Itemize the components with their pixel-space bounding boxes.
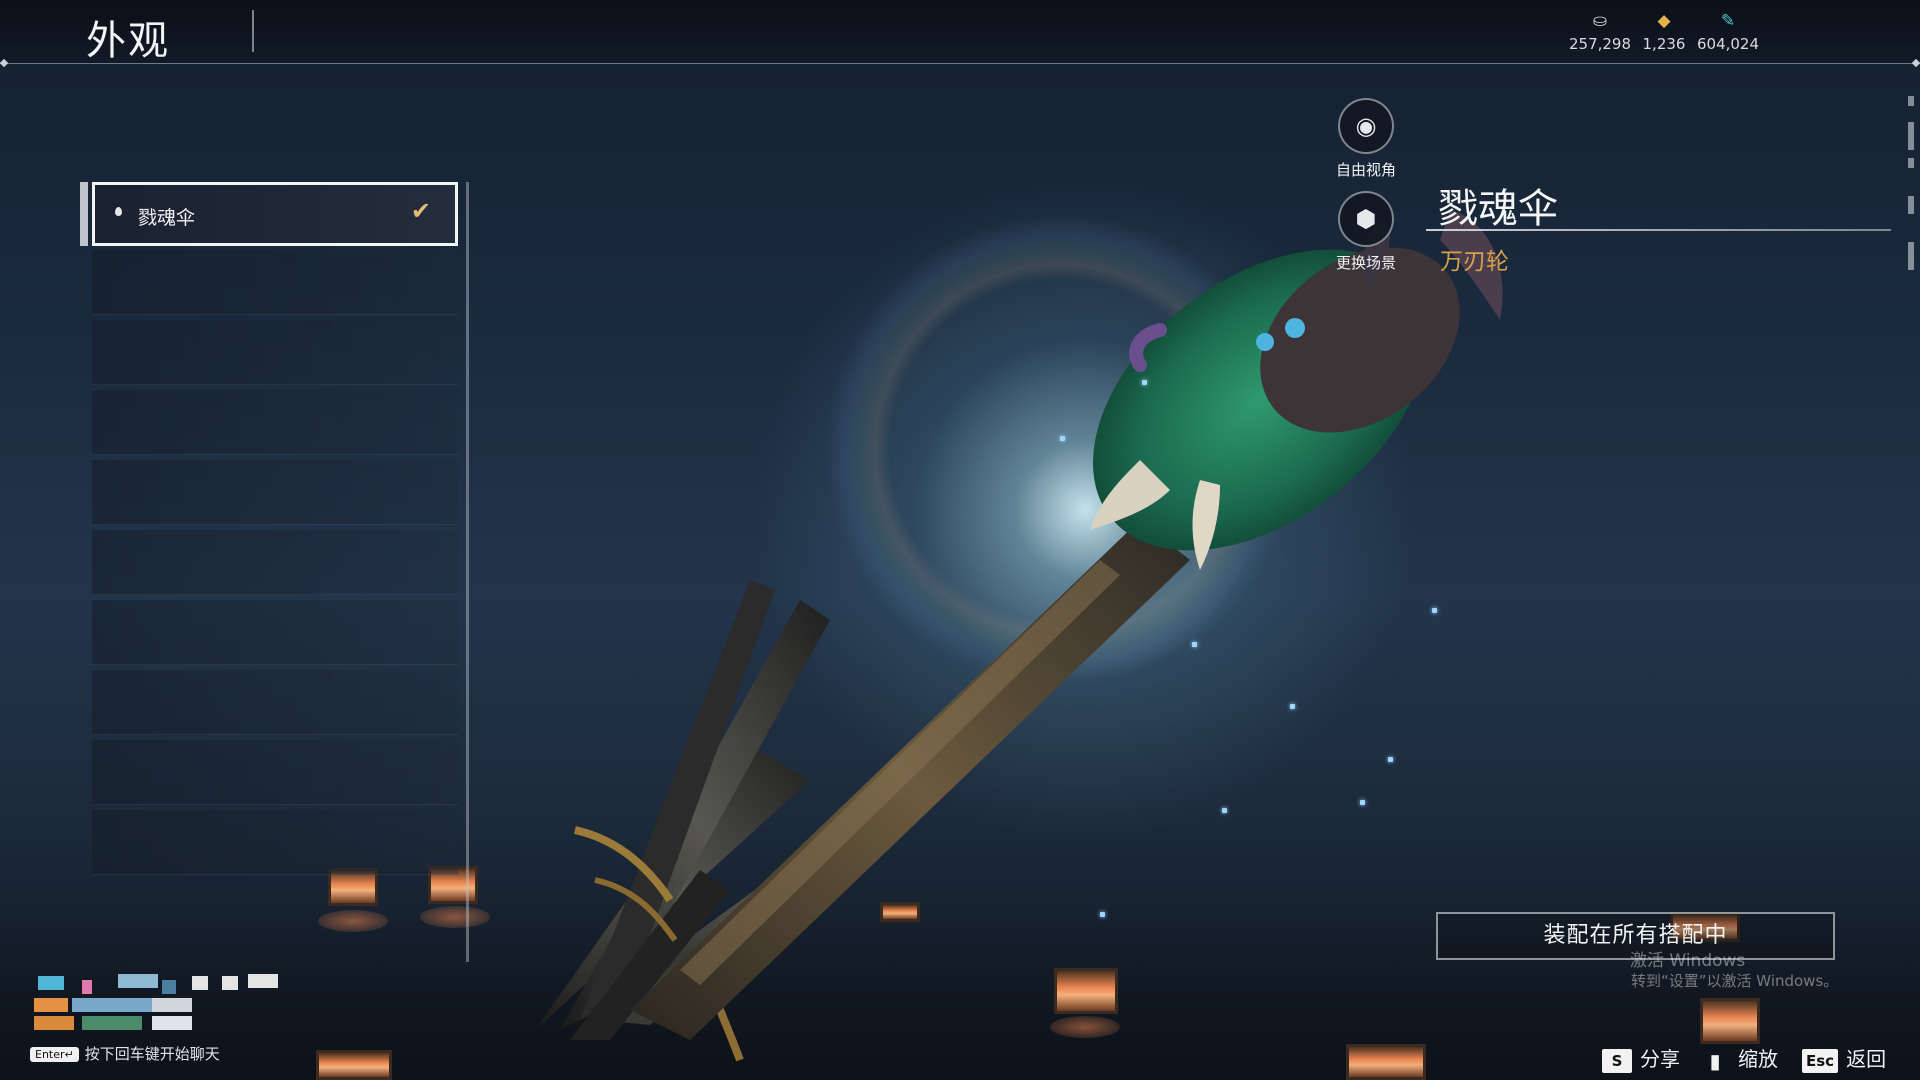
- lantern: [880, 902, 920, 922]
- lantern: [1700, 998, 1760, 1044]
- scroll-tick: [1908, 196, 1914, 214]
- share-label: 分享: [1640, 1047, 1680, 1071]
- pixel-block: [82, 1016, 142, 1030]
- pixel-block: [192, 976, 208, 990]
- zoom-hint[interactable]: ▮ 缩放: [1700, 1043, 1778, 1073]
- scroll-tick: [1908, 122, 1914, 150]
- list-scrollbar[interactable]: [466, 182, 469, 962]
- enter-key-icon: Enter↵: [30, 1047, 79, 1062]
- list-item-empty: [92, 460, 458, 525]
- scroll-tick: [1908, 158, 1914, 168]
- pixel-block: [152, 998, 192, 1012]
- chat-hint-label: 按下回车键开始聊天: [84, 1045, 220, 1063]
- list-item-empty: [92, 530, 458, 595]
- name-underline: [1426, 229, 1891, 231]
- lantern-reflection: [1050, 1016, 1120, 1038]
- skin-list: 戮魂伞 ✔: [80, 182, 469, 962]
- free-camera-label: 自由视角: [1335, 161, 1396, 179]
- sparkle: [1222, 808, 1227, 813]
- page-title: 外观: [86, 18, 170, 64]
- change-scene-button[interactable]: ⬢ 更换场景: [1333, 191, 1399, 273]
- currency-value: 604,024: [1696, 35, 1760, 53]
- cube-icon: ⬢: [1338, 191, 1394, 247]
- feather-icon: ✎: [1720, 11, 1736, 31]
- sparkle: [1142, 380, 1147, 385]
- list-selection-rail: [80, 182, 88, 246]
- list-item-empty: [92, 250, 458, 315]
- sparkle: [1100, 912, 1105, 917]
- back-label: 返回: [1846, 1047, 1887, 1071]
- sparkle: [1290, 704, 1295, 709]
- list-item-empty: [92, 670, 458, 735]
- sparkle: [1432, 608, 1437, 613]
- sparkle: [1192, 642, 1197, 647]
- zoom-label: 缩放: [1738, 1047, 1778, 1071]
- lantern: [316, 1050, 392, 1080]
- pixel-block: [162, 980, 176, 994]
- change-scene-label: 更换场景: [1335, 254, 1396, 272]
- scroll-tick: [1908, 96, 1914, 106]
- chat-history-pixelated: [34, 972, 334, 1034]
- esc-key-icon: Esc: [1802, 1048, 1839, 1073]
- droplet-icon: [115, 207, 122, 216]
- sparkle: [1060, 436, 1065, 441]
- pixel-block: [82, 980, 92, 994]
- item-name: 戮魂伞: [1438, 186, 1558, 232]
- share-hint[interactable]: S 分享: [1602, 1043, 1680, 1073]
- pixel-block: [72, 998, 152, 1012]
- item-type: 万刃轮: [1440, 249, 1509, 275]
- activation-watermark: 激活 Windows: [1630, 951, 1746, 971]
- sparkle: [1388, 757, 1393, 762]
- chat-hint[interactable]: Enter↵ 按下回车键开始聊天: [30, 1043, 220, 1064]
- pixel-block: [38, 976, 64, 990]
- list-item-empty: [92, 600, 458, 665]
- free-camera-button[interactable]: ◉ 自由视角: [1333, 98, 1399, 180]
- list-item[interactable]: 戮魂伞 ✔: [92, 182, 458, 246]
- list-item-empty: [92, 740, 458, 805]
- sparkle: [1360, 800, 1365, 805]
- right-scroll-indicator: [1908, 96, 1914, 276]
- pixel-block: [34, 998, 68, 1012]
- activation-watermark-sub: 转到“设置”以激活 Windows。: [1631, 972, 1839, 990]
- list-item-label: 戮魂伞: [138, 207, 196, 229]
- back-hint[interactable]: Esc 返回: [1802, 1043, 1886, 1073]
- title-separator: [252, 10, 254, 52]
- lantern: [1346, 1044, 1426, 1080]
- pixel-block: [152, 1016, 192, 1030]
- check-icon: ✔: [410, 197, 431, 225]
- camera-icon: ◉: [1338, 98, 1394, 154]
- pixel-block: [118, 974, 158, 988]
- scroll-tick: [1908, 242, 1914, 270]
- lantern: [1054, 968, 1118, 1014]
- mouse-scroll-icon: ▮: [1709, 1048, 1721, 1073]
- pixel-block: [248, 974, 278, 988]
- s-key-icon: S: [1602, 1048, 1632, 1073]
- list-item-empty: [92, 810, 458, 875]
- currency-feather[interactable]: ✎ 604,024: [1688, 10, 1768, 53]
- pixel-block: [34, 1016, 74, 1030]
- list-item-empty: [92, 390, 458, 455]
- pixel-block: [222, 976, 238, 990]
- list-item-empty: [92, 320, 458, 385]
- top-divider: [0, 63, 1920, 64]
